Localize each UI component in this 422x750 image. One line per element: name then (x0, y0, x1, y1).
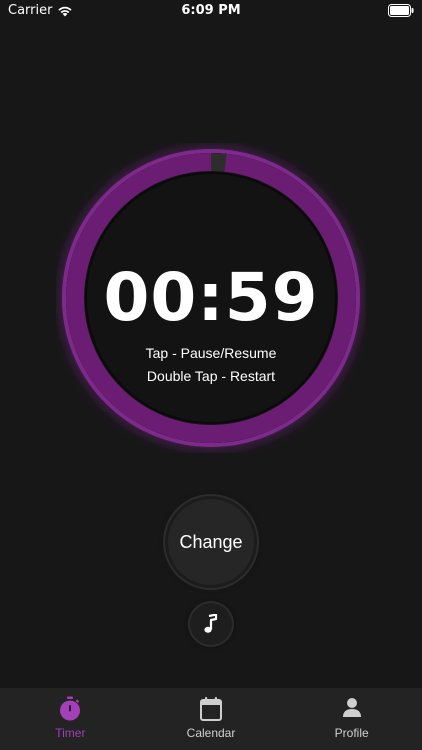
tab-profile-label: Profile (334, 726, 369, 740)
timer-screen: Carrier 6:09 PM 00:59 Tap - Pause/Resume… (0, 0, 422, 750)
status-bar: Carrier 6:09 PM (0, 0, 422, 22)
person-icon (342, 698, 361, 717)
tab-bar: Timer Calendar Profile (0, 688, 422, 750)
double-tap-hint: Double Tap - Restart (146, 368, 276, 384)
tap-hint: Tap - Pause/Resume (145, 345, 277, 361)
stopwatch-icon (60, 696, 81, 721)
tab-calendar[interactable]: Calendar (141, 688, 282, 750)
tab-timer-label: Timer (55, 726, 86, 740)
music-note-icon (204, 614, 218, 633)
battery-icon (388, 4, 414, 17)
status-time: 6:09 PM (181, 3, 241, 18)
tab-profile[interactable]: Profile (281, 688, 422, 750)
change-button[interactable]: Change (168, 499, 254, 585)
music-button[interactable] (190, 603, 232, 645)
tab-calendar-label: Calendar (186, 726, 236, 740)
calendar-icon (200, 697, 222, 721)
timer-readout: 00:59 (103, 259, 319, 336)
tab-timer[interactable]: Timer (0, 688, 141, 750)
